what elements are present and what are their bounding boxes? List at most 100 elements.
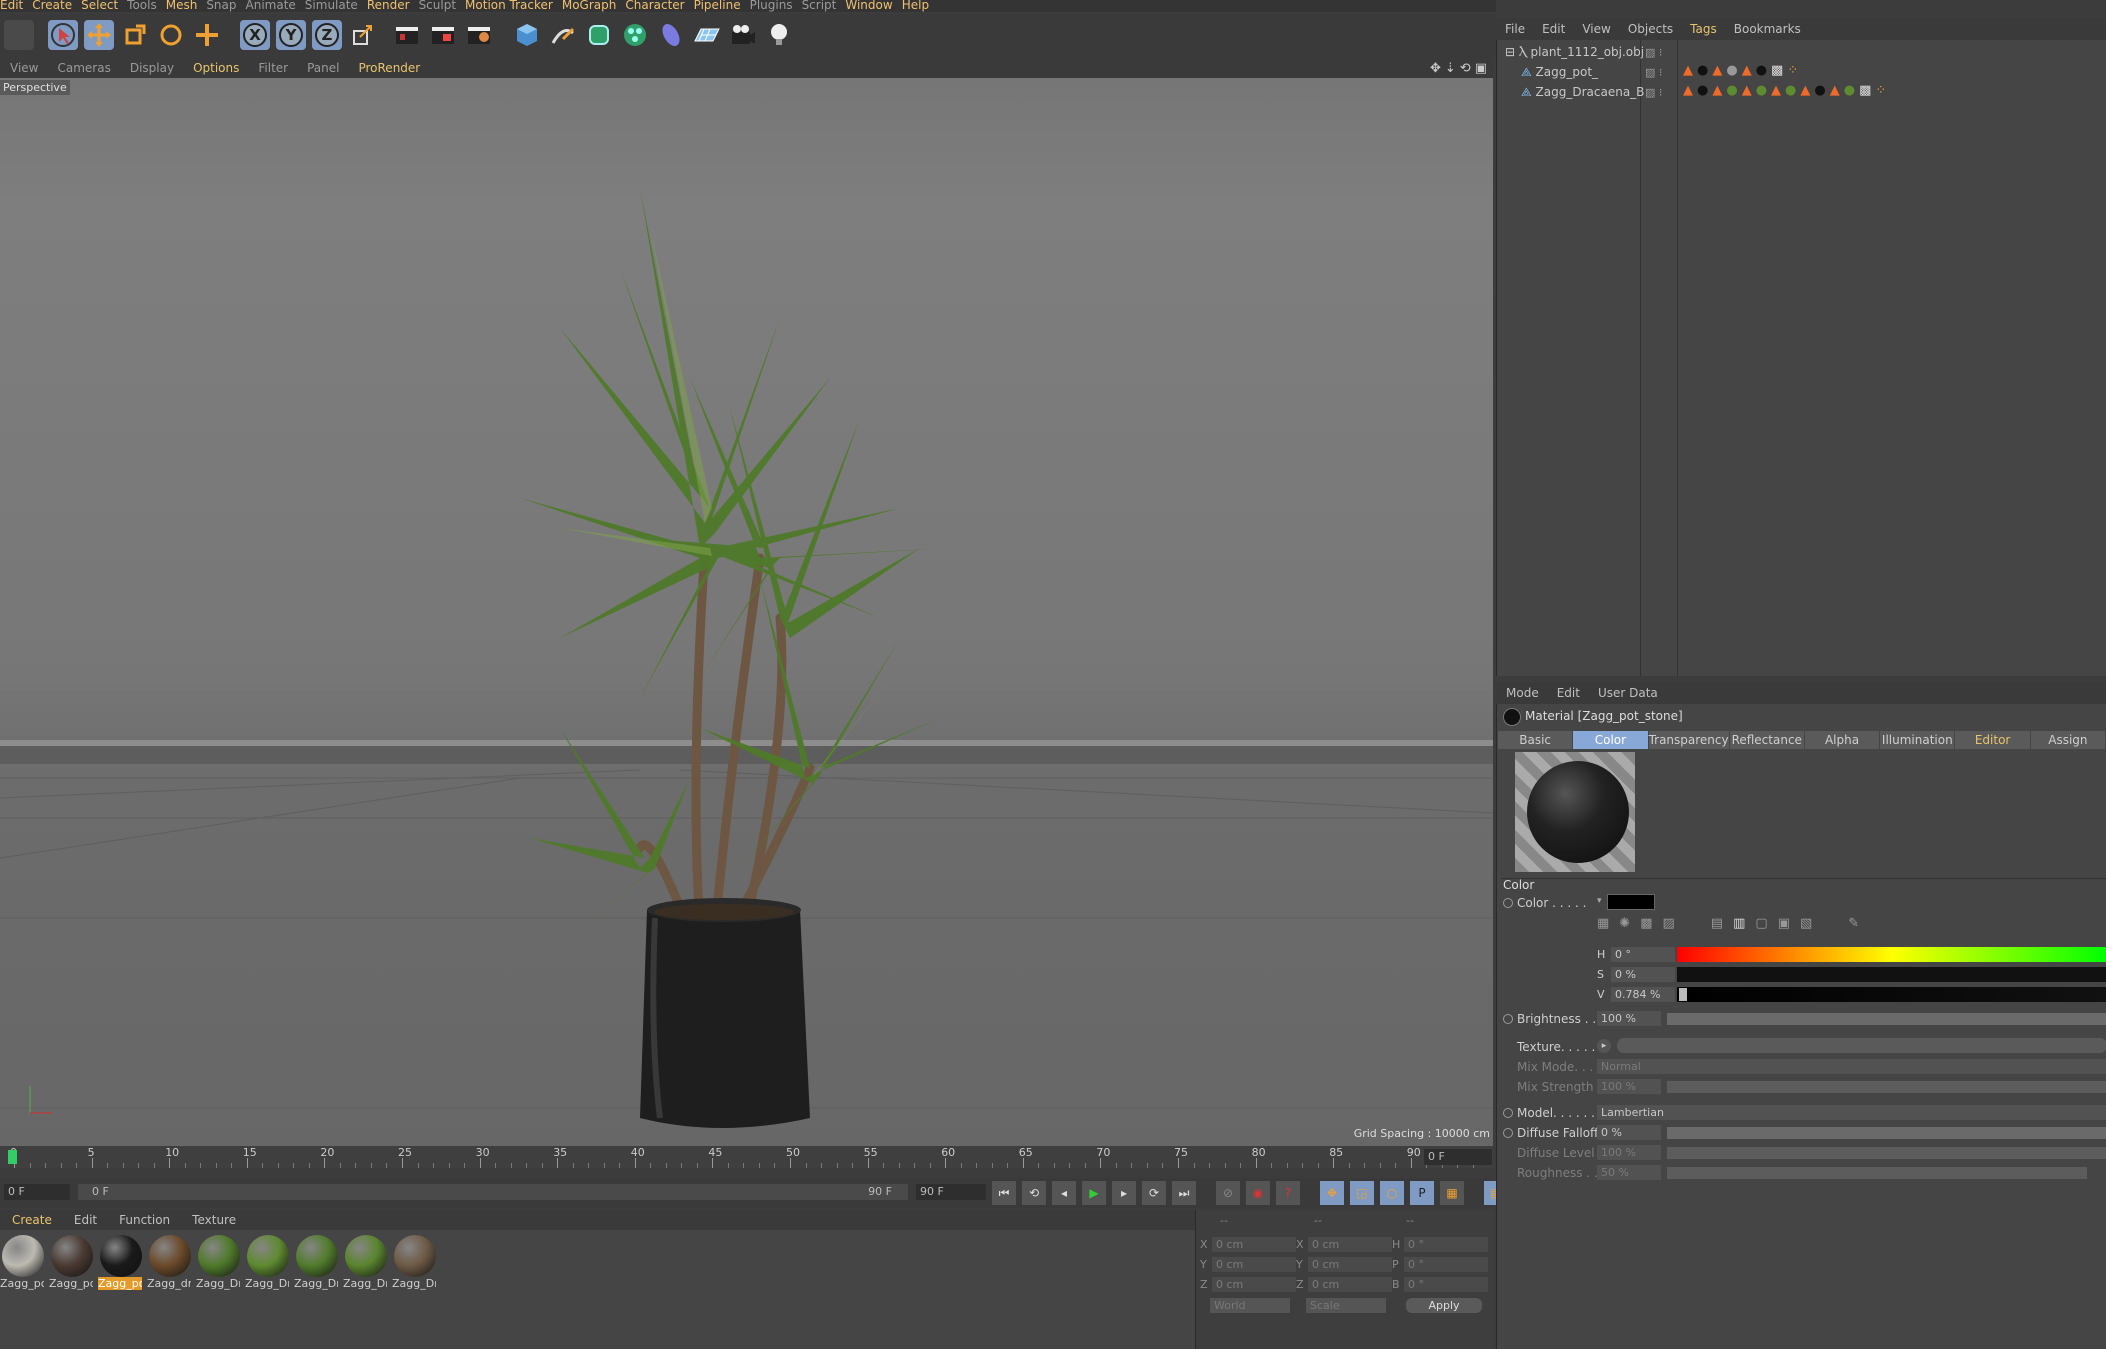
hue-slider[interactable] bbox=[1677, 947, 2106, 962]
color-mode-wheel-icon[interactable]: ✺ bbox=[1619, 916, 1630, 931]
menu-script[interactable]: Script bbox=[802, 0, 846, 12]
start-frame-field[interactable]: 0 F bbox=[4, 1184, 70, 1200]
dolly-icon[interactable]: ⇣ bbox=[1445, 61, 1456, 76]
material-tag-icon[interactable]: ● bbox=[1756, 64, 1767, 78]
color-swatch[interactable] bbox=[1607, 894, 1655, 910]
render-view-icon[interactable] bbox=[392, 20, 422, 50]
material-swatch[interactable]: Zagg_Dr bbox=[294, 1235, 340, 1290]
obj-menu-view[interactable]: View bbox=[1573, 22, 1618, 36]
floor-object-icon[interactable] bbox=[692, 20, 722, 50]
mixmode-dropdown[interactable]: Normal bbox=[1597, 1059, 2106, 1074]
rotation-p-field[interactable]: 0 ° bbox=[1404, 1257, 1488, 1272]
material-tag-icon[interactable]: ● bbox=[1814, 84, 1825, 98]
viewport-menu-options[interactable]: Options bbox=[183, 61, 248, 75]
coord-space-dropdown[interactable]: World bbox=[1210, 1298, 1290, 1313]
menu-select[interactable]: Select bbox=[81, 0, 127, 12]
falloff-field[interactable]: 0 % bbox=[1597, 1125, 1661, 1140]
phong-tag-icon[interactable]: ▲ bbox=[1683, 84, 1693, 98]
chevron-down-icon[interactable]: ▾ bbox=[1597, 896, 1602, 906]
render-settings-icon[interactable] bbox=[464, 20, 494, 50]
subdivision-surface-icon[interactable] bbox=[584, 20, 614, 50]
position-z-field[interactable]: 0 cm bbox=[1212, 1277, 1296, 1292]
next-key-icon[interactable]: ⟳ bbox=[1142, 1181, 1166, 1205]
value-field[interactable]: 0.784 % bbox=[1611, 987, 1675, 1002]
rotation-b-field[interactable]: 0 ° bbox=[1404, 1277, 1488, 1292]
cube-object-icon[interactable] bbox=[512, 20, 542, 50]
menu-edit[interactable]: Edit bbox=[0, 0, 32, 12]
falloff-anim-radio[interactable] bbox=[1503, 1128, 1513, 1138]
model-anim-radio[interactable] bbox=[1503, 1108, 1513, 1118]
deformer-icon[interactable] bbox=[656, 20, 686, 50]
move-tool-button[interactable] bbox=[84, 20, 114, 50]
goto-end-icon[interactable]: ⏭ bbox=[1172, 1181, 1196, 1205]
rotation-h-field[interactable]: 0 ° bbox=[1404, 1237, 1488, 1252]
menu-help[interactable]: Help bbox=[902, 0, 938, 12]
menu-render[interactable]: Render bbox=[367, 0, 419, 12]
tab-transparency[interactable]: Transparency bbox=[1648, 731, 1729, 749]
range-slider[interactable]: 0 F 90 F bbox=[78, 1184, 908, 1200]
level-slider[interactable] bbox=[1667, 1147, 2106, 1159]
eyedropper-icon[interactable]: ✎ bbox=[1848, 916, 1859, 931]
color-mode-spectrum-icon[interactable]: ▦ bbox=[1597, 916, 1609, 931]
phong-tag-icon[interactable]: ▲ bbox=[1712, 84, 1722, 98]
level-field[interactable]: 100 % bbox=[1597, 1145, 1661, 1160]
obj-menu-bookmarks[interactable]: Bookmarks bbox=[1725, 22, 1809, 36]
color-mode-image-icon[interactable]: ▨ bbox=[1663, 916, 1675, 931]
obj-menu-edit[interactable]: Edit bbox=[1533, 22, 1573, 36]
material-swatch[interactable]: Zagg_Dr bbox=[343, 1235, 389, 1290]
menu-create[interactable]: Create bbox=[32, 0, 81, 12]
color-mode-k-icon[interactable]: ▢ bbox=[1755, 916, 1767, 931]
material-swatch[interactable]: Zagg_dr bbox=[147, 1235, 193, 1290]
material-tag-icon[interactable]: ● bbox=[1697, 84, 1708, 98]
phong-tag-icon[interactable]: ▲ bbox=[1683, 64, 1693, 78]
size-y-field[interactable]: 0 cm bbox=[1308, 1257, 1392, 1272]
mat-menu-texture[interactable]: Texture bbox=[180, 1213, 246, 1227]
timeline-ruler[interactable]: 051015202530354045505560657075808590 0 F bbox=[0, 1146, 1493, 1168]
coordinate-system-icon[interactable] bbox=[348, 20, 378, 50]
attr-menu-edit[interactable]: Edit bbox=[1547, 686, 1588, 700]
cloner-icon[interactable] bbox=[620, 20, 650, 50]
camera-label[interactable]: Perspective bbox=[0, 80, 70, 95]
texture-slot[interactable] bbox=[1617, 1038, 2106, 1053]
obj-menu-tags[interactable]: Tags bbox=[1681, 22, 1725, 36]
uvw-tag-icon[interactable]: ▩ bbox=[1859, 84, 1871, 98]
phong-tag-icon[interactable]: ▲ bbox=[1742, 84, 1752, 98]
phong-tag-icon[interactable]: ▲ bbox=[1742, 64, 1752, 78]
viewport-menu-view[interactable]: View bbox=[0, 61, 47, 75]
selection-tag-icon[interactable]: ⁘ bbox=[1875, 84, 1886, 98]
key-pla-icon[interactable]: ▦ bbox=[1440, 1181, 1464, 1205]
key-scale-icon[interactable]: ◲ bbox=[1350, 1181, 1374, 1205]
menu-character[interactable]: Character bbox=[625, 0, 693, 12]
material-tag-icon[interactable]: ● bbox=[1844, 84, 1855, 98]
menu-window[interactable]: Window bbox=[845, 0, 901, 12]
position-x-field[interactable]: 0 cm bbox=[1212, 1237, 1296, 1252]
maximize-view-icon[interactable]: ▣ bbox=[1475, 61, 1487, 76]
z-axis-lock-icon[interactable]: Z bbox=[312, 20, 342, 50]
tab-editor[interactable]: Editor bbox=[1955, 731, 2030, 749]
visibility-toggle-icon[interactable]: ▨ ⁝ bbox=[1645, 86, 1662, 99]
phong-tag-icon[interactable]: ▲ bbox=[1830, 84, 1840, 98]
tab-reflectance[interactable]: Reflectance bbox=[1729, 731, 1804, 749]
model-dropdown[interactable]: Lambertian bbox=[1597, 1105, 2106, 1120]
menu-mograph[interactable]: MoGraph bbox=[562, 0, 626, 12]
rotate-tool-button[interactable] bbox=[156, 20, 186, 50]
object-row-root[interactable]: ⊟ Ⲗ plant_1112_obj.obj bbox=[1505, 45, 1644, 60]
color-mode-picture-icon[interactable]: ▩ bbox=[1640, 916, 1652, 931]
key-rotation-icon[interactable]: ○ bbox=[1380, 1181, 1404, 1205]
material-tag-icon[interactable]: ● bbox=[1756, 84, 1767, 98]
object-row-pot[interactable]: ⟁ Zagg_pot_ bbox=[1521, 65, 1598, 80]
material-swatch[interactable]: Zagg_po bbox=[49, 1235, 95, 1290]
transform-tool-button[interactable] bbox=[192, 20, 222, 50]
menu-plugins[interactable]: Plugins bbox=[750, 0, 802, 12]
viewport-menu-prorender[interactable]: ProRender bbox=[348, 61, 429, 75]
obj-menu-objects[interactable]: Objects bbox=[1619, 22, 1681, 36]
material-tag-icon[interactable]: ● bbox=[1785, 84, 1796, 98]
roughness-field[interactable]: 50 % bbox=[1597, 1165, 1661, 1180]
menu-mesh[interactable]: Mesh bbox=[166, 0, 207, 12]
select-tool-button[interactable] bbox=[48, 20, 78, 50]
play-icon[interactable]: ▶ bbox=[1082, 1181, 1106, 1205]
pen-spline-icon[interactable] bbox=[548, 20, 578, 50]
viewport-menu-cameras[interactable]: Cameras bbox=[47, 61, 119, 75]
menu-motion-tracker[interactable]: Motion Tracker bbox=[465, 0, 562, 12]
obj-menu-file[interactable]: File bbox=[1496, 22, 1533, 36]
